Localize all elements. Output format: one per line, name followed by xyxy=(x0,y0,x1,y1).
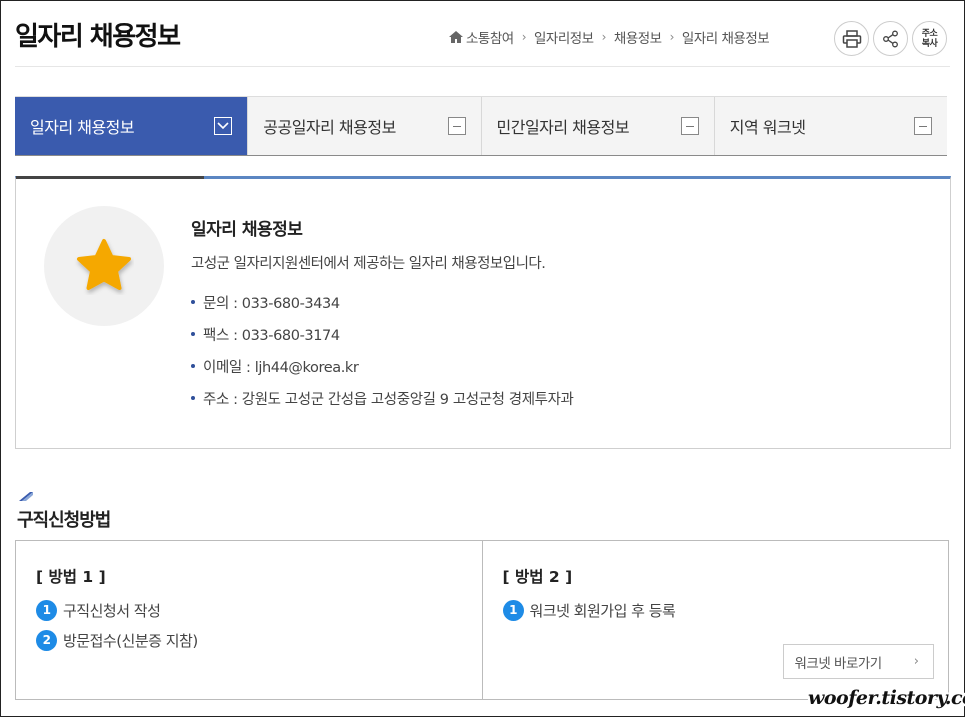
breadcrumb-item-1[interactable]: 소통참여 xyxy=(466,27,514,47)
info-description: 고성군 일자리지원센터에서 제공하는 일자리 채용정보입니다. xyxy=(191,256,546,272)
star-badge xyxy=(44,206,164,326)
address-copy-button[interactable]: 주소 복사 xyxy=(912,21,947,56)
tab-label: 민간일자리 채용정보 xyxy=(496,118,630,137)
breadcrumb-item-2[interactable]: 일자리정보 xyxy=(534,27,594,47)
watermark: woofer.tistory.com xyxy=(808,687,965,709)
bullet-icon xyxy=(191,396,195,400)
minus-icon xyxy=(680,117,699,135)
info-title: 일자리 채용정보 xyxy=(191,220,303,240)
step-number-badge: 2 xyxy=(36,629,57,651)
step-text: 방문접수(신분증 지참) xyxy=(63,631,198,650)
worknet-shortcut-button[interactable]: 워크넷 바로가기 › xyxy=(782,644,934,679)
method-title: [ 방법 1 ] xyxy=(36,568,106,586)
step-text: 구직신청서 작성 xyxy=(63,601,161,620)
method-step: 2 방문접수(신분증 지참) xyxy=(36,625,462,655)
tab-label: 일자리 채용정보 xyxy=(30,118,135,137)
tab-label: 공공일자리 채용정보 xyxy=(263,118,396,137)
bullet-icon xyxy=(191,364,195,368)
method-1: [ 방법 1 ] 1 구직신청서 작성 2 방문접수(신분증 지참) xyxy=(16,541,482,699)
chevron-down-icon xyxy=(214,117,233,135)
method-step: 1 워크넷 회원가입 후 등록 xyxy=(502,595,929,625)
section-title: 구직신청방법 xyxy=(17,510,111,531)
contact-address-text: 주소 : 강원도 고성군 간성읍 고성중앙길 9 고성군청 경제투자과 xyxy=(203,391,574,408)
minus-icon xyxy=(447,117,466,135)
contact-fax-text: 팩스 : 033-680-3174 xyxy=(203,327,340,344)
share-button[interactable] xyxy=(873,21,908,56)
step-number-badge: 1 xyxy=(36,599,57,621)
contact-email: 이메일 : ljh44@korea.kr xyxy=(191,350,573,382)
share-icon xyxy=(882,30,898,47)
address-copy-line-1: 주소 xyxy=(921,28,938,39)
contact-address: 주소 : 강원도 고성군 간성읍 고성중앙길 9 고성군청 경제투자과 xyxy=(191,382,574,414)
tab-regional-worknet[interactable]: 지역 워크넷 xyxy=(714,97,947,155)
address-copy-label: 주소 복사 xyxy=(922,29,938,49)
info-box-accent xyxy=(16,176,204,179)
address-copy-line-2: 복사 xyxy=(921,38,938,49)
contact-phone-text: 문의 : 033-680-3434 xyxy=(203,295,340,312)
contact-list: 문의 : 033-680-3434 팩스 : 033-680-3174 이메일 … xyxy=(191,286,574,414)
method-title: [ 방법 2 ] xyxy=(502,568,573,586)
section-mark-icon xyxy=(19,492,33,501)
step-text: 워크넷 회원가입 후 등록 xyxy=(529,601,676,620)
print-button[interactable] xyxy=(834,21,869,56)
chevron-right-icon: › xyxy=(601,30,607,44)
tab-bar: 일자리 채용정보 공공일자리 채용정보 민간일자리 채용정보 지역 워크넷 xyxy=(15,96,947,156)
minus-icon xyxy=(914,117,932,135)
method-2: [ 방법 2 ] 1 워크넷 회원가입 후 등록 워크넷 바로가기 › xyxy=(481,541,949,699)
page-tools: 주소 복사 xyxy=(834,21,947,56)
contact-phone: 문의 : 033-680-3434 xyxy=(191,286,573,318)
home-icon[interactable] xyxy=(448,30,464,44)
application-methods: [ 방법 1 ] 1 구직신청서 작성 2 방문접수(신분증 지참) [ 방법 … xyxy=(15,540,949,700)
breadcrumb-item-4: 일자리 채용정보 xyxy=(681,31,770,47)
chevron-right-icon: › xyxy=(913,654,919,669)
printer-icon xyxy=(842,29,861,48)
method-step: 1 구직신청서 작성 xyxy=(36,595,462,625)
breadcrumb: 소통참여 › 일자리정보 › 채용정보 › 일자리 채용정보 xyxy=(448,27,770,47)
tab-label: 지역 워크넷 xyxy=(729,118,806,137)
tab-job-info[interactable]: 일자리 채용정보 xyxy=(15,97,249,155)
chevron-right-icon: › xyxy=(521,30,527,44)
chevron-right-icon: › xyxy=(669,30,675,44)
worknet-shortcut-label: 워크넷 바로가기 xyxy=(794,655,883,672)
bullet-icon xyxy=(191,300,195,304)
contact-email-text: 이메일 : ljh44@korea.kr xyxy=(203,359,359,376)
header-divider xyxy=(15,66,950,67)
star-icon xyxy=(77,239,131,290)
contact-fax: 팩스 : 033-680-3174 xyxy=(191,318,573,350)
tab-private-jobs[interactable]: 민간일자리 채용정보 xyxy=(481,97,715,155)
tab-public-jobs[interactable]: 공공일자리 채용정보 xyxy=(248,97,482,155)
info-box: 일자리 채용정보 고성군 일자리지원센터에서 제공하는 일자리 채용정보입니다.… xyxy=(15,176,951,449)
step-number-badge: 1 xyxy=(502,599,524,621)
page-title: 일자리 채용정보 xyxy=(15,22,181,52)
breadcrumb-item-3[interactable]: 채용정보 xyxy=(614,27,662,47)
bullet-icon xyxy=(191,332,195,336)
